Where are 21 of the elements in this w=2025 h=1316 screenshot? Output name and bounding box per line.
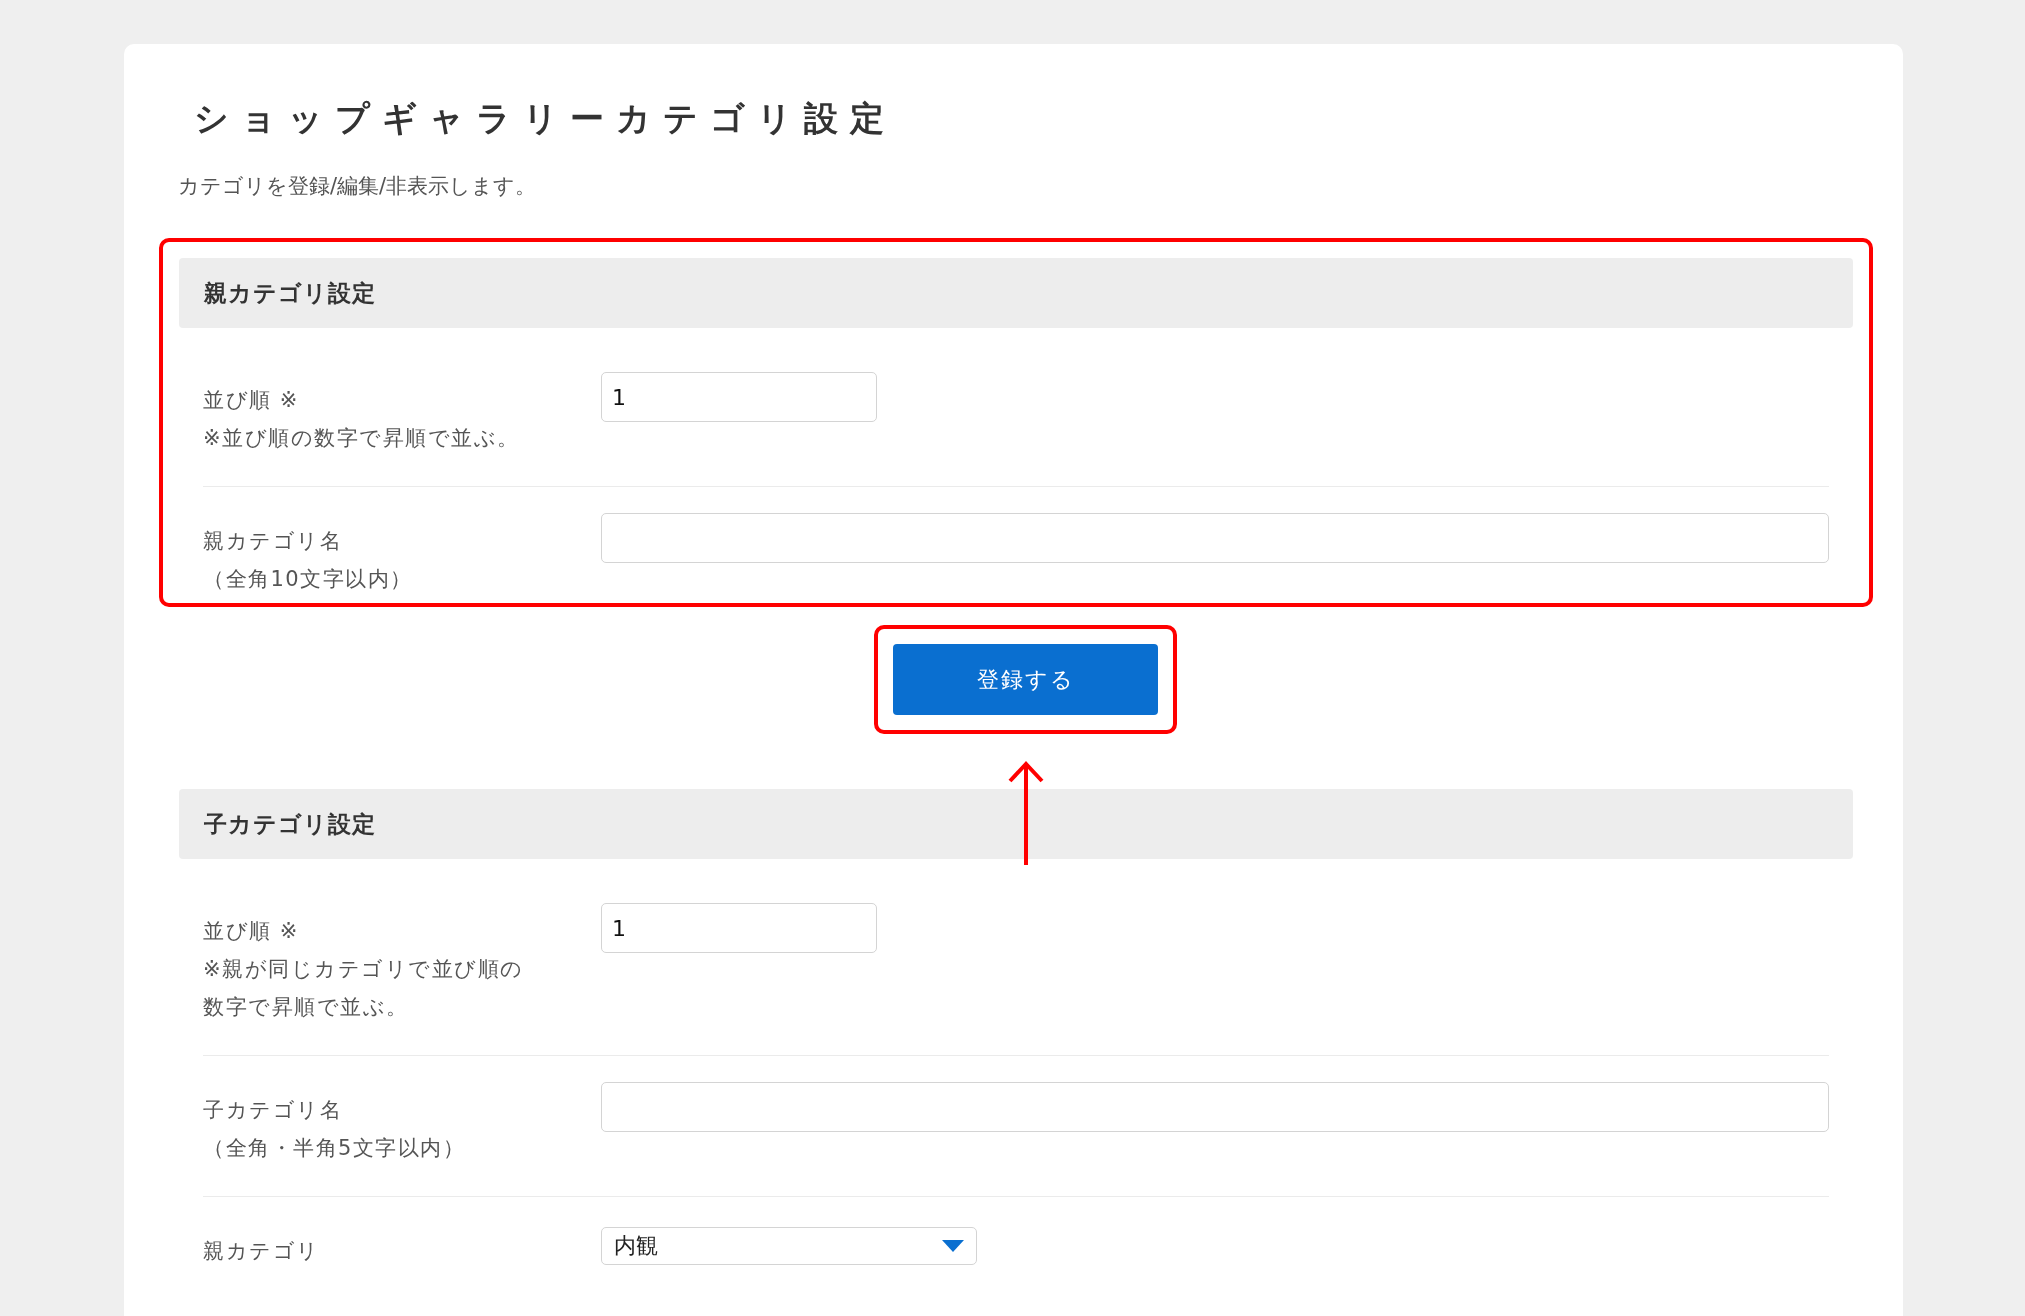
field-label: （全角・半角5文字以内） [203, 1135, 467, 1162]
field-label: 親カテゴリ名 [203, 528, 343, 555]
section-heading: 親カテゴリ設定 [204, 278, 376, 308]
section-heading: 子カテゴリ設定 [204, 809, 376, 839]
text-field[interactable]: 1 [601, 903, 877, 953]
field-label: 並び順 ※ [203, 918, 300, 945]
field-label: （全角10文字以内） [203, 566, 414, 593]
field-label: 並び順 ※ [203, 387, 300, 414]
field-label: 数字で昇順で並ぶ。 [203, 994, 410, 1021]
field-label: 子カテゴリ名 [203, 1097, 343, 1124]
page-description: カテゴリを登録/編集/非表示します。 [178, 173, 538, 200]
dropdown[interactable]: 内観 [601, 1227, 977, 1265]
field-label: ※親が同じカテゴリで並び順の [203, 956, 525, 983]
field-label: ※並び順の数字で昇順で並ぶ。 [203, 425, 521, 452]
text-field[interactable]: 1 [601, 372, 877, 422]
field-label: 親カテゴリ [203, 1238, 321, 1265]
page-title: ショップギャラリーカテゴリ設定 [194, 97, 897, 140]
text-field[interactable] [601, 513, 1829, 563]
text-field[interactable] [601, 1082, 1829, 1132]
caret-icon [942, 1240, 964, 1252]
register-button[interactable]: 登録する [893, 644, 1158, 715]
